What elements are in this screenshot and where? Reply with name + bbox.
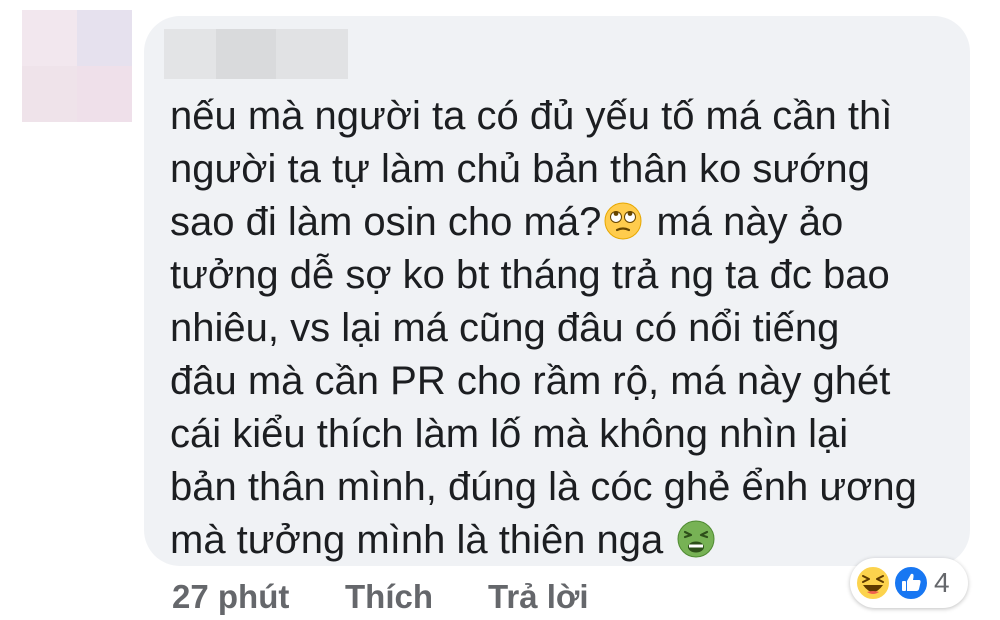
blur-block (164, 29, 216, 79)
haha-reaction-icon (855, 565, 891, 601)
comment-line: nếu mà người ta có đủ yếu tố má cần thì (170, 94, 893, 138)
face-with-rolling-eyes-icon (604, 202, 642, 240)
like-button[interactable]: Thích (345, 578, 433, 616)
comment-line: bản thân mình, đúng là cóc ghẻ ểnh ương (170, 465, 917, 509)
reply-button[interactable]: Trả lời (488, 578, 589, 616)
comment-line: cái kiểu thích làm lố mà không nhìn lại (170, 412, 849, 456)
comment-line: đâu mà cần PR cho rầm rộ, má này ghét (170, 359, 891, 403)
avatar-pixel (22, 10, 77, 66)
avatar[interactable] (22, 10, 132, 122)
avatar-pixel (77, 10, 132, 66)
blur-block (276, 29, 348, 79)
avatar-pixel (77, 66, 132, 122)
comment-line: má này ảo (645, 200, 844, 244)
nauseated-face-icon (677, 520, 715, 558)
comment-text: nếu mà người ta có đủ yếu tố má cần thì … (170, 90, 960, 567)
author-name-blurred[interactable] (164, 29, 348, 79)
avatar-pixel (22, 66, 77, 122)
comment-bubble: nếu mà người ta có đủ yếu tố má cần thì … (144, 16, 970, 566)
comment-line: sao đi làm osin cho má? (170, 200, 602, 244)
comment-line: mà tưởng mình là thiên nga (170, 518, 675, 562)
reaction-count: 4 (934, 567, 950, 598)
comment-line: nhiêu, vs lại má cũng đâu có nổi tiếng (170, 306, 840, 350)
comment-line: người ta tự làm chủ bản thân ko sướng (170, 147, 870, 191)
comment-timestamp[interactable]: 27 phút (172, 578, 289, 616)
like-reaction-icon (893, 565, 929, 601)
comment-line: tưởng dễ sợ ko bt tháng trả ng ta đc bao (170, 253, 890, 297)
blur-block (216, 29, 276, 79)
reaction-summary[interactable]: 4 (850, 558, 968, 608)
